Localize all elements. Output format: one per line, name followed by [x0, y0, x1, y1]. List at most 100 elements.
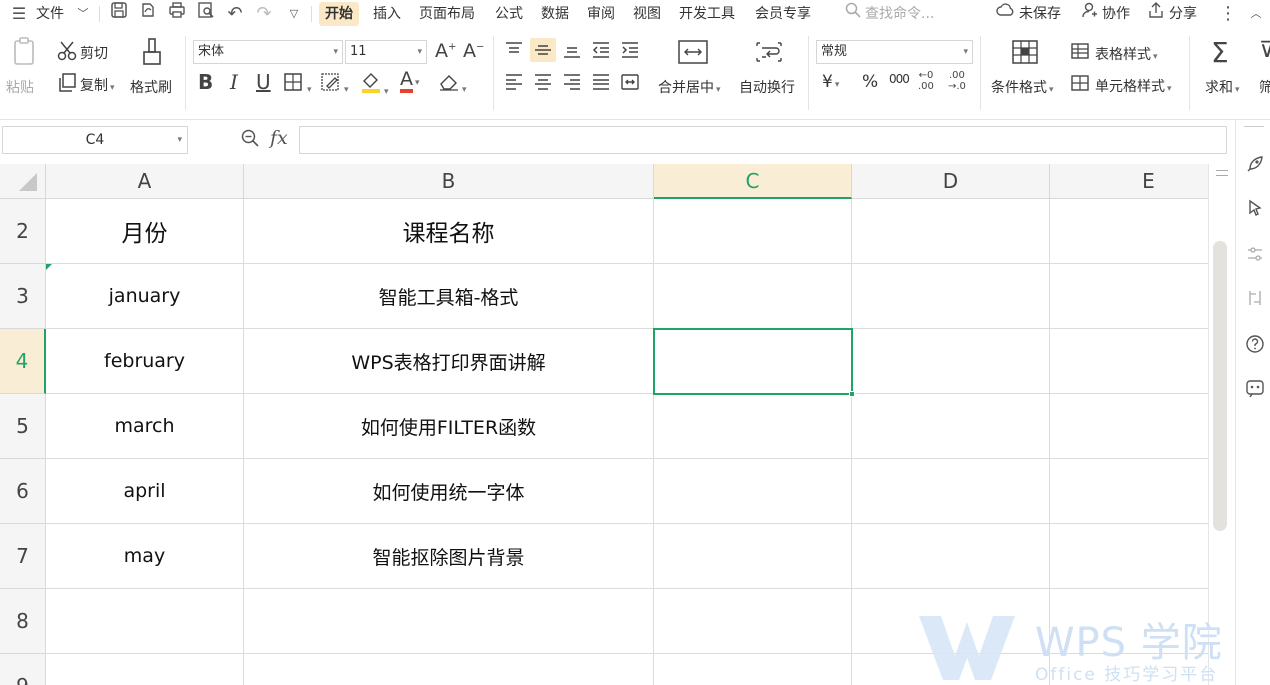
tab-insert[interactable]: 插入	[373, 0, 401, 28]
thousands-separator-button[interactable]: 000	[889, 72, 910, 86]
collaborate-button[interactable]: 协作	[1102, 0, 1130, 28]
table-cell[interactable]	[244, 654, 654, 685]
table-cell[interactable]	[852, 199, 1050, 264]
table-cell[interactable]: 课程名称	[244, 199, 654, 264]
sum-icon[interactable]: Σ	[1211, 36, 1229, 69]
cut-button[interactable]: 剪切	[80, 43, 108, 63]
align-center-icon[interactable]	[532, 72, 554, 96]
table-cell[interactable]	[654, 654, 852, 685]
eraser-icon[interactable]: ▾	[438, 72, 467, 96]
more-options-icon[interactable]: ⋮	[1217, 0, 1239, 28]
increase-font-icon[interactable]: A+	[435, 40, 456, 62]
currency-button[interactable]: ¥ ▾	[822, 72, 839, 92]
undo-icon[interactable]: ↶	[224, 0, 246, 28]
tab-home[interactable]: 开始	[319, 2, 359, 26]
table-cell[interactable]	[1050, 654, 1208, 685]
hamburger-menu-icon[interactable]: ☰	[8, 0, 30, 28]
menu-file[interactable]: 文件	[36, 0, 64, 28]
name-box[interactable]: C4 ▾	[2, 126, 188, 154]
table-cell[interactable]	[1050, 199, 1208, 264]
conditional-format-button[interactable]: 条件格式 ▾	[991, 77, 1054, 97]
table-cell[interactable]: 智能抠除图片背景	[244, 524, 654, 589]
bold-button[interactable]: B	[198, 70, 213, 94]
collapse-ribbon-icon[interactable]: ︿	[1245, 0, 1267, 28]
table-cell[interactable]	[852, 524, 1050, 589]
fill-color-icon[interactable]: ▾	[360, 70, 389, 98]
decrease-decimal-icon[interactable]: .00 →.0	[948, 70, 966, 92]
paste-button[interactable]: 粘贴	[6, 77, 34, 97]
tab-membership[interactable]: 会员专享	[755, 0, 811, 28]
print-icon[interactable]	[166, 0, 188, 28]
vertical-scrollbar[interactable]	[1208, 164, 1235, 685]
table-cell[interactable]	[654, 199, 852, 264]
font-color-icon[interactable]: A ▾	[400, 68, 420, 93]
table-cell[interactable]: april	[46, 459, 244, 524]
row-header[interactable]: 7	[0, 524, 46, 589]
table-cell[interactable]: 如何使用统一字体	[244, 459, 654, 524]
split-handle-icon[interactable]	[1216, 170, 1228, 176]
table-cell[interactable]	[46, 654, 244, 685]
conditional-format-icon[interactable]	[1010, 38, 1040, 70]
chevron-down-icon[interactable]: ﹀	[72, 0, 94, 28]
column-header-c[interactable]: C	[654, 164, 852, 199]
table-cell[interactable]	[244, 589, 654, 654]
column-header-a[interactable]: A	[46, 164, 244, 199]
table-style-icon[interactable]	[1070, 42, 1090, 64]
tab-review[interactable]: 审阅	[587, 0, 615, 28]
paste-icon[interactable]	[8, 36, 40, 68]
table-cell[interactable]	[654, 459, 852, 524]
cell-style-button[interactable]: 单元格样式 ▾	[1095, 76, 1172, 96]
active-cell[interactable]	[654, 329, 852, 394]
table-cell[interactable]	[852, 394, 1050, 459]
merge-center-button[interactable]: 合并居中 ▾	[658, 77, 721, 97]
table-cell[interactable]	[1050, 264, 1208, 329]
align-middle-icon[interactable]	[530, 38, 556, 62]
align-bottom-icon[interactable]	[561, 40, 583, 64]
row-header[interactable]: 3	[0, 264, 46, 329]
tab-formulas[interactable]: 公式	[495, 0, 523, 28]
increase-indent-icon[interactable]	[619, 40, 641, 64]
table-cell[interactable]	[654, 524, 852, 589]
print-preview-icon[interactable]	[195, 0, 217, 28]
adjust-sliders-icon[interactable]	[1244, 244, 1266, 266]
column-header-d[interactable]: D	[852, 164, 1050, 199]
filter-button[interactable]: 筛	[1259, 77, 1270, 97]
table-cell[interactable]	[852, 459, 1050, 524]
formula-input[interactable]	[299, 126, 1227, 154]
italic-button[interactable]: I	[230, 70, 238, 94]
style-fill-icon[interactable]: ▾	[320, 72, 349, 96]
row-header-selected[interactable]: 4	[0, 329, 46, 394]
number-format-select[interactable]: 常规 ▾	[816, 40, 973, 64]
borders-icon[interactable]: ▾	[283, 72, 312, 96]
table-cell[interactable]	[654, 394, 852, 459]
copy-button[interactable]: 复制 ▾	[80, 75, 115, 95]
distributed-icon[interactable]	[619, 72, 641, 96]
fx-icon[interactable]: fx	[270, 127, 288, 149]
wrap-text-button[interactable]: 自动换行	[739, 77, 795, 97]
tab-view[interactable]: 视图	[633, 0, 661, 28]
increase-decimal-icon[interactable]: ←0.00	[918, 70, 934, 92]
table-cell[interactable]: WPS表格打印界面讲解	[244, 329, 654, 394]
help-icon[interactable]	[1244, 334, 1266, 356]
merge-center-icon[interactable]	[677, 38, 709, 70]
justify-icon[interactable]	[590, 72, 612, 96]
table-cell[interactable]	[852, 264, 1050, 329]
decrease-font-icon[interactable]: A−	[463, 40, 484, 62]
column-header-b[interactable]: B	[244, 164, 654, 199]
share-button[interactable]: 分享	[1169, 0, 1197, 28]
table-cell[interactable]	[1050, 524, 1208, 589]
font-name-select[interactable]: 宋体 ▾	[193, 40, 343, 64]
decrease-indent-icon[interactable]	[590, 40, 612, 64]
table-cell[interactable]	[852, 329, 1050, 394]
table-cell[interactable]	[1050, 394, 1208, 459]
export-pdf-icon[interactable]	[137, 0, 159, 28]
transform-icon[interactable]	[1244, 288, 1266, 310]
format-painter-button[interactable]: 格式刷	[130, 77, 172, 97]
percent-button[interactable]: %	[862, 72, 878, 92]
table-cell[interactable]	[852, 589, 1050, 654]
table-cell[interactable]	[1050, 329, 1208, 394]
quick-access-dropdown-icon[interactable]: ▽	[283, 0, 305, 28]
copy-icon[interactable]	[56, 72, 78, 94]
cloud-sync-icon[interactable]	[995, 0, 1017, 28]
scissors-icon[interactable]	[56, 40, 78, 62]
